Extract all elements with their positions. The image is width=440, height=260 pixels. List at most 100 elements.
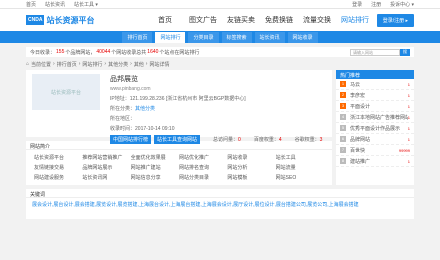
top-link-home[interactable]: 首页	[26, 1, 36, 8]
intro-item[interactable]: 站长资源平台	[34, 154, 82, 161]
site-card: 站长资源平台 品邦展览 www.pinbang.com IP地址：121.199…	[26, 70, 332, 144]
search-input[interactable]: 请输入网站	[350, 48, 400, 56]
intro-item[interactable]: 品牌网站展示	[82, 164, 130, 171]
hot-list: 1 马云 1 2 李彦宏 1 3 平面设计 1 4 浙江本地网站广告推荐网站 1 5 优秀平面设计…	[336, 79, 414, 167]
crumb-2[interactable]: 网站排行	[82, 61, 102, 68]
tag-rank[interactable]: 中国网站排行榜	[110, 135, 152, 144]
rank-name: 马云	[350, 81, 361, 88]
site-name: 品邦展览	[110, 76, 138, 83]
complaint-link[interactable]: 投诉中心 ▾	[390, 1, 414, 8]
rank-value: 1	[407, 114, 410, 120]
keywords-text[interactable]: 展会设计,展台设计,展会搭建,展览设计,展览搭建,上海展台设计,上海展台搭建,上…	[26, 198, 414, 211]
rank-number: 1	[340, 81, 346, 87]
notice-mid: 个品牌网站，	[65, 49, 96, 56]
rank-name: 浙江本地网站广告推荐网站	[350, 114, 408, 121]
list-item[interactable]: 3 平面设计 1	[336, 101, 414, 112]
intro-item[interactable]: 网站收录	[227, 154, 275, 161]
nav-home[interactable]: 首页	[146, 15, 184, 25]
tag-tools[interactable]: 站长工具查询网站	[154, 135, 201, 144]
keywords-section: 关键词 展会设计,展台设计,展会搭建,展览设计,展览搭建,上海展台设计,上海展台…	[26, 189, 414, 219]
rank-value: 99999	[398, 147, 410, 153]
subnav-site-rank[interactable]: 网站排行	[155, 31, 186, 43]
crumb-3[interactable]: 其他分类	[108, 61, 128, 68]
rank-name: 优秀平面设计作品展示	[350, 125, 401, 132]
intro-item[interactable]: 网站SEO	[276, 174, 324, 181]
list-item[interactable]: 1 马云 1	[336, 79, 414, 90]
subnav-tag-search[interactable]: 标签搜索	[221, 31, 252, 43]
intro-item[interactable]: 网站推广建站	[131, 164, 179, 171]
region-label: 所在地区：	[110, 116, 136, 122]
site-logo[interactable]: CNDA 站长资源平台	[26, 14, 104, 26]
time-row: 收录时间：2017-10-14 09:10	[110, 125, 326, 132]
subnav-rank-home[interactable]: 排行首页	[122, 31, 153, 43]
rank-number: 4	[340, 114, 346, 120]
category-label: 所在分类：	[110, 106, 136, 112]
rank-name: 百世快	[350, 147, 366, 154]
site-thumbnail[interactable]: 站长资源平台	[32, 74, 100, 110]
total-count: 40044	[96, 49, 111, 55]
rank-name: 品牌网站	[350, 136, 371, 143]
register-link[interactable]: 注册	[371, 1, 381, 8]
rank-number: 3	[340, 103, 346, 109]
rank-value: 1	[407, 103, 410, 109]
category-link[interactable]: 其他分类	[135, 106, 155, 112]
nav-ranking[interactable]: 网站排行	[336, 15, 374, 25]
top-link-tools[interactable]: 站长工具 ▾	[74, 1, 98, 8]
main-nav: 首页 图文广告 友链买卖 免费换链 流量交换 网站排行	[146, 15, 374, 25]
rank-value: 1	[407, 136, 410, 142]
top-link-news[interactable]: 站长资讯	[45, 1, 65, 8]
ip-value: 121.199.28.236 [浙江省杭州市 阿里云BGP数据中心]	[129, 96, 246, 102]
crumb-4[interactable]: 其他	[134, 61, 144, 68]
rank-name: 平面设计	[350, 103, 371, 110]
login-link[interactable]: 登录	[352, 1, 362, 8]
keywords-title: 关键词	[26, 189, 414, 198]
sidebar-title: 热门推荐	[336, 70, 414, 79]
intro-item[interactable]: 网站分类目录	[179, 174, 227, 181]
search-button[interactable]: 搜	[400, 48, 410, 56]
subnav-news[interactable]: 站长资讯	[254, 31, 285, 43]
list-item[interactable]: 7 百世快 99999	[336, 145, 414, 156]
rank-number: 5	[340, 125, 346, 131]
list-item[interactable]: 4 浙江本地网站广告推荐网站 1	[336, 112, 414, 123]
time-label: 收录时间：	[110, 126, 136, 132]
intro-section: 网站简介 站长资源平台 推荐网站营销推广 全面优化效果展 网站优化推广 网站收录…	[26, 141, 332, 185]
rank-number: 7	[340, 147, 346, 153]
intro-item[interactable]: 网站建设服务	[34, 174, 82, 181]
notice-mid2: 个网站收录总共	[111, 49, 147, 56]
list-item[interactable]: 5 优秀平面设计作品展示 1	[336, 123, 414, 134]
subnav-submit[interactable]: 网站收录	[287, 31, 318, 43]
intro-item[interactable]: 全面优化效果展	[131, 154, 179, 161]
login-register-button[interactable]: 登录/注册 ▸	[376, 13, 414, 27]
intro-item[interactable]: 友情链接交易	[34, 164, 82, 171]
list-item[interactable]: 2 李彦宏 1	[336, 90, 414, 101]
nav-free-exchange[interactable]: 免费换链	[260, 15, 298, 25]
intro-item[interactable]: 网站优化推广	[179, 154, 227, 161]
nav-traffic[interactable]: 流量交换	[298, 15, 336, 25]
rank-name: 建站推广	[350, 158, 371, 165]
nav-links-trade[interactable]: 友链买卖	[222, 15, 260, 25]
list-item[interactable]: 6 品牌网站 1	[336, 134, 414, 145]
intro-item[interactable]: 网站排名查询	[179, 164, 227, 171]
tag-row: 中国网站排行榜 站长工具查询网站 总访问量：0 百度权重：4 谷歌权重：3	[110, 135, 326, 144]
intro-item[interactable]: 网站信息分享	[131, 174, 179, 181]
rank-number: 8	[340, 158, 346, 164]
intro-item[interactable]: 站长工具	[276, 154, 324, 161]
home-icon: ⌂	[26, 61, 30, 67]
site-url[interactable]: www.pinbang.com	[110, 86, 326, 92]
intro-item[interactable]: 站长资讯网	[82, 174, 130, 181]
nav-ads[interactable]: 图文广告	[184, 15, 222, 25]
main-column: 站长资源平台 品邦展览 www.pinbang.com IP地址：121.199…	[26, 70, 332, 185]
metric-google: 谷歌权重：3	[294, 137, 323, 143]
rank-value: 1	[407, 81, 410, 87]
region-row: 所在地区：	[110, 115, 326, 122]
sites-count: 1640	[147, 49, 159, 55]
intro-item[interactable]: 网站流量	[276, 164, 324, 171]
intro-item[interactable]: 网站模板	[227, 174, 275, 181]
stats-notice: 今日收录： 155 个品牌网站， 40044 个网站收录总共 1640 个站点在…	[26, 47, 414, 57]
list-item[interactable]: 8 建站推广 1	[336, 156, 414, 167]
notice-prefix: 今日收录：	[30, 49, 56, 56]
intro-item[interactable]: 推荐网站营销推广	[82, 154, 130, 161]
intro-item[interactable]: 网站分析	[227, 164, 275, 171]
subnav-category[interactable]: 分类目录	[188, 31, 219, 43]
crumb-1[interactable]: 排行首页	[57, 61, 77, 68]
